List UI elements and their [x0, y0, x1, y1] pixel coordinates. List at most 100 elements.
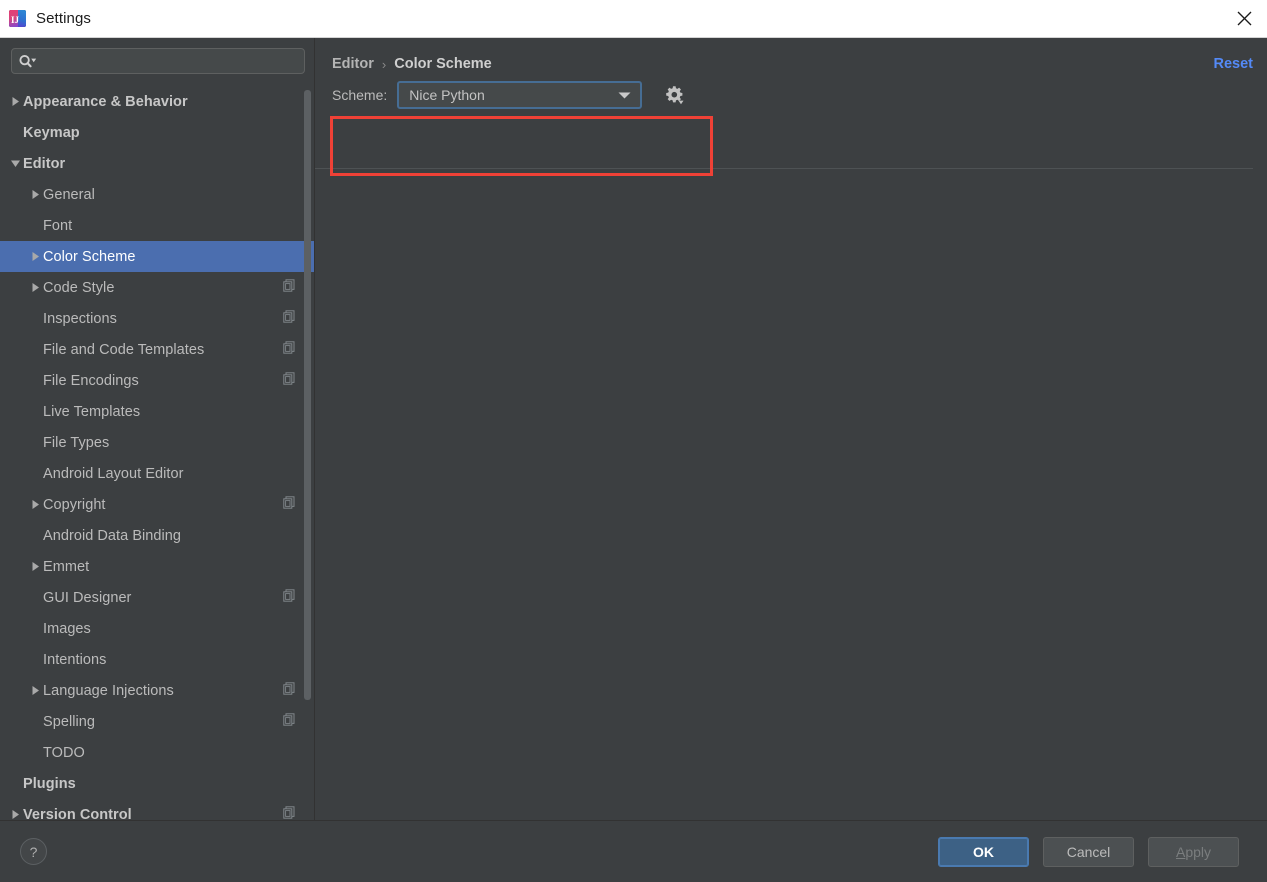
section-separator [315, 168, 1253, 169]
sidebar-item-intentions[interactable]: Intentions [0, 644, 315, 675]
tree-arrow-placeholder [27, 210, 43, 241]
chevron-right-icon[interactable] [7, 86, 23, 117]
window-title: Settings [36, 10, 91, 27]
chevron-right-icon[interactable] [27, 272, 43, 303]
sidebar-item-label: Copyright [43, 496, 106, 513]
sidebar-item-label: Live Templates [43, 403, 141, 420]
chevron-right-icon[interactable] [7, 799, 23, 820]
chevron-right-icon[interactable] [27, 675, 43, 706]
sidebar-item-plugins[interactable]: Plugins [0, 768, 315, 799]
sidebar-item-label: Plugins [23, 775, 76, 792]
scheme-settings-button[interactable] [661, 82, 687, 108]
sidebar-item-label: Android Data Binding [43, 527, 182, 544]
scheme-row: Scheme: Nice Python [332, 81, 687, 109]
project-scope-icon [283, 309, 295, 328]
sidebar-item-label: Font [43, 217, 73, 234]
tree-arrow-placeholder [27, 303, 43, 334]
close-icon[interactable] [1221, 0, 1267, 37]
sidebar-item-spelling[interactable]: Spelling [0, 706, 315, 737]
chevron-right-icon[interactable] [27, 179, 43, 210]
tree-arrow-placeholder [27, 582, 43, 613]
tree-arrow-placeholder [27, 706, 43, 737]
settings-dialog: IJ Settings Appearance & Behavior Keymap… [0, 0, 1267, 882]
sidebar-item-color-scheme[interactable]: Color Scheme [0, 241, 315, 272]
search-box[interactable] [11, 48, 305, 74]
sidebar-item-android-layout-editor[interactable]: Android Layout Editor [0, 458, 315, 489]
tree-arrow-placeholder [27, 644, 43, 675]
color-scheme-panel: Editor › Color Scheme Reset Scheme: Nice… [315, 38, 1267, 820]
project-scope-icon [283, 712, 295, 731]
tree-arrow-placeholder [27, 520, 43, 551]
sidebar-item-keymap[interactable]: Keymap [0, 117, 315, 148]
project-scope-icon [283, 681, 295, 700]
chevron-right-icon[interactable] [27, 241, 43, 272]
sidebar-item-images[interactable]: Images [0, 613, 315, 644]
sidebar-item-label: Keymap [23, 124, 80, 141]
sidebar-item-label: Language Injections [43, 682, 174, 699]
gear-icon [666, 86, 684, 105]
title-bar: IJ Settings [0, 0, 1267, 38]
sidebar-item-copyright[interactable]: Copyright [0, 489, 315, 520]
tree-arrow-placeholder [27, 613, 43, 644]
tree-arrow-placeholder [27, 396, 43, 427]
sidebar-item-label: File and Code Templates [43, 341, 205, 358]
sidebar-item-label: Editor [23, 155, 66, 172]
reset-link[interactable]: Reset [1214, 56, 1254, 72]
scheme-dropdown[interactable]: Nice Python [397, 81, 643, 109]
help-icon[interactable]: ? [20, 838, 47, 865]
sidebar-item-label: GUI Designer [43, 589, 132, 606]
project-scope-icon [283, 278, 295, 297]
tree-arrow-placeholder [27, 334, 43, 365]
tree-arrow-placeholder [27, 458, 43, 489]
apply-mnemonic: A [1175, 843, 1186, 860]
sidebar-item-emmet[interactable]: Emmet [0, 551, 315, 582]
search-input[interactable] [37, 50, 298, 72]
sidebar-item-font[interactable]: Font [0, 210, 315, 241]
sidebar-item-label: Inspections [43, 310, 117, 327]
sidebar-item-live-templates[interactable]: Live Templates [0, 396, 315, 427]
project-scope-icon [283, 495, 295, 514]
sidebar-item-language-injections[interactable]: Language Injections [0, 675, 315, 706]
apply-button[interactable]: Apply [1148, 836, 1239, 867]
sidebar-item-label: General [43, 186, 95, 203]
sidebar-item-file-types[interactable]: File Types [0, 427, 315, 458]
breadcrumb: Editor › Color Scheme [332, 56, 492, 72]
project-scope-icon [283, 588, 295, 607]
sidebar-item-label: Code Style [43, 279, 115, 296]
sidebar-item-label: Intentions [43, 651, 107, 668]
sidebar-item-file-encodings[interactable]: File Encodings [0, 365, 315, 396]
intellij-idea-logo-icon: IJ [9, 10, 26, 27]
search-icon [18, 54, 37, 69]
sidebar-item-label: Android Layout Editor [43, 465, 184, 482]
settings-tree: Appearance & Behavior Keymap Editor General… [0, 86, 315, 820]
dialog-body: Appearance & Behavior Keymap Editor General… [0, 38, 1267, 820]
breadcrumb-parent[interactable]: Editor [332, 56, 374, 72]
sidebar-item-inspections[interactable]: Inspections [0, 303, 315, 334]
scheme-dropdown-value: Nice Python [409, 87, 485, 103]
sidebar-item-label: Emmet [43, 558, 90, 575]
sidebar-item-todo[interactable]: TODO [0, 737, 315, 768]
chevron-down-icon[interactable] [7, 148, 23, 179]
breadcrumb-separator-icon: › [381, 56, 387, 72]
chevron-down-icon [617, 90, 632, 100]
tree-arrow-placeholder [27, 737, 43, 768]
project-scope-icon [283, 805, 295, 821]
sidebar-item-label: File Types [43, 434, 110, 451]
sidebar-item-appearance-behavior[interactable]: Appearance & Behavior [0, 86, 315, 117]
search-container [0, 38, 315, 74]
sidebar-item-gui-designer[interactable]: GUI Designer [0, 582, 315, 613]
sidebar-item-general[interactable]: General [0, 179, 315, 210]
sidebar-scrollbar-thumb[interactable] [304, 90, 311, 700]
sidebar-item-file-and-code-templates[interactable]: File and Code Templates [0, 334, 315, 365]
sidebar-scrollbar[interactable] [303, 86, 312, 820]
sidebar-item-android-data-binding[interactable]: Android Data Binding [0, 520, 315, 551]
sidebar-item-code-style[interactable]: Code Style [0, 272, 315, 303]
chevron-right-icon[interactable] [27, 489, 43, 520]
sidebar-item-version-control[interactable]: Version Control [0, 799, 315, 820]
chevron-right-icon[interactable] [27, 551, 43, 582]
sidebar-item-label: Appearance & Behavior [23, 93, 188, 110]
ok-button[interactable]: OK [938, 836, 1029, 867]
tree-arrow-placeholder [7, 117, 23, 148]
sidebar-item-editor[interactable]: Editor [0, 148, 315, 179]
cancel-button[interactable]: Cancel [1043, 836, 1134, 867]
